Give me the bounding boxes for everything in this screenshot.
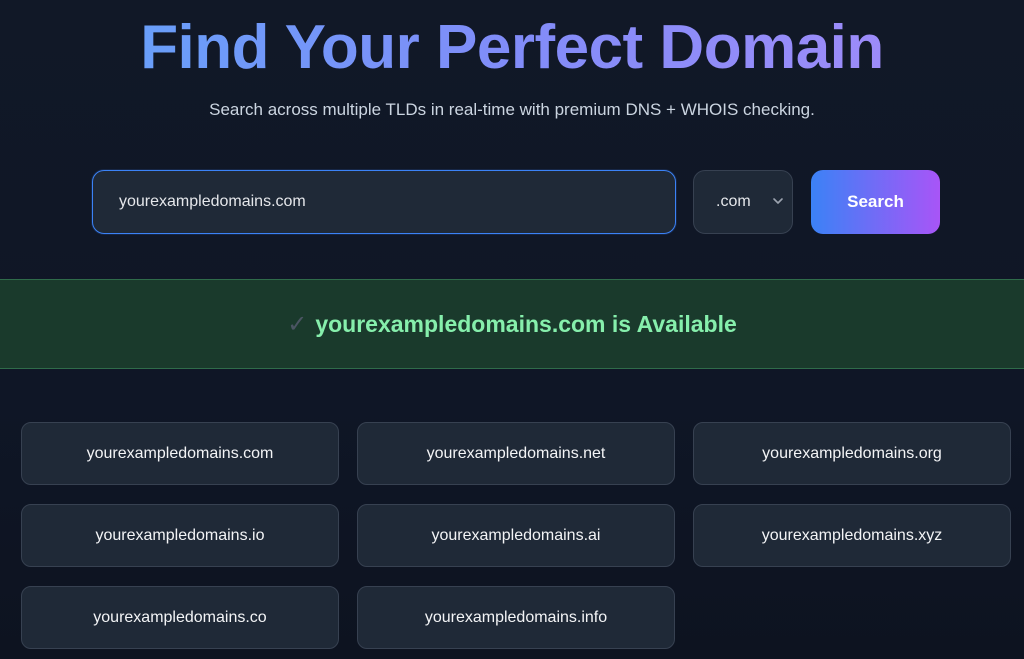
domain-search-input[interactable] xyxy=(92,170,676,234)
suggestion-card[interactable]: yourexampledomains.com xyxy=(21,422,339,485)
page-subtitle: Search across multiple TLDs in real-time… xyxy=(209,100,815,119)
page-title: Find Your Perfect Domain xyxy=(0,8,1024,88)
search-button[interactable]: Search xyxy=(811,170,940,234)
tld-selected-value: .com xyxy=(716,193,751,210)
chevron-down-icon xyxy=(773,198,783,204)
suggestion-card[interactable]: yourexampledomains.xyz xyxy=(693,504,1011,567)
suggestion-card[interactable]: yourexampledomains.org xyxy=(693,422,1011,485)
suggestion-card[interactable]: yourexampledomains.ai xyxy=(357,504,675,567)
suggestion-card[interactable]: yourexampledomains.io xyxy=(21,504,339,567)
tld-select[interactable]: .com xyxy=(693,170,793,234)
availability-message: yourexampledomains.com is Available xyxy=(315,310,737,337)
suggestion-grid: yourexampledomains.com yourexampledomain… xyxy=(21,422,1011,649)
availability-banner: ✓ yourexampledomains.com is Available xyxy=(0,279,1024,369)
suggestion-card[interactable]: yourexampledomains.info xyxy=(357,586,675,649)
check-icon: ✓ xyxy=(287,310,308,338)
suggestion-card[interactable]: yourexampledomains.co xyxy=(21,586,339,649)
suggestion-card[interactable]: yourexampledomains.net xyxy=(357,422,675,485)
